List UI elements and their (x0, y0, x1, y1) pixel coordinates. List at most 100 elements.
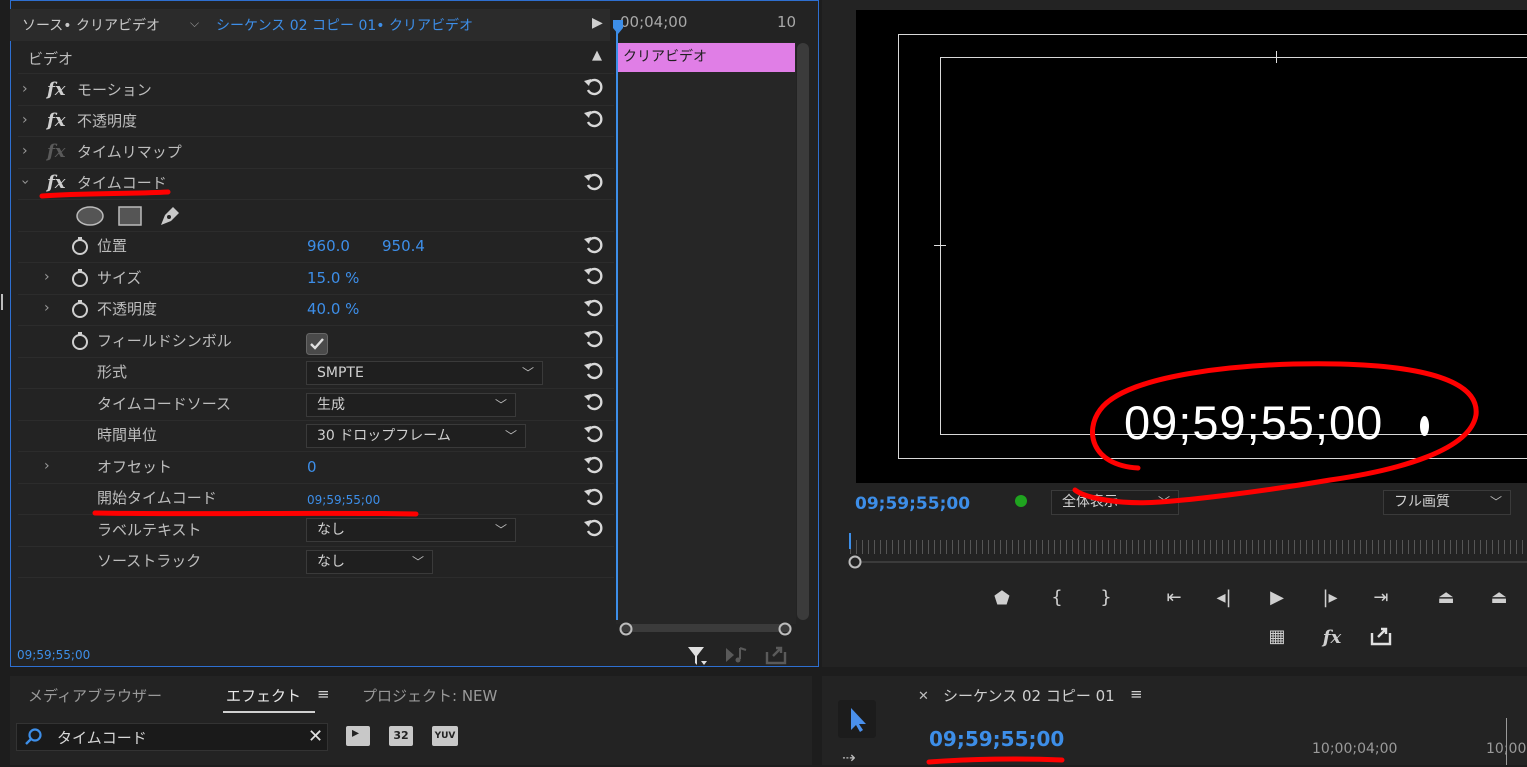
fx-disabled-icon[interactable]: fx (47, 141, 65, 162)
offset-value[interactable]: 0 (307, 452, 317, 483)
go-to-in-icon[interactable]: ⇤ (1160, 587, 1188, 608)
selection-tool-icon[interactable] (838, 700, 876, 738)
collapse-up-icon[interactable]: ▲ (592, 48, 602, 63)
reset-icon[interactable] (583, 297, 605, 319)
zoom-handle-icon[interactable] (848, 555, 862, 569)
monitor-playhead[interactable] (849, 533, 851, 549)
rect-mask-icon[interactable] (117, 205, 143, 227)
position-x-value[interactable]: 960.0 (307, 231, 350, 262)
expand-chevron-icon[interactable]: › (22, 81, 28, 97)
ellipse-mask-icon[interactable] (75, 205, 105, 227)
reset-icon[interactable] (583, 108, 605, 130)
accelerated-effects-icon[interactable]: ▸ (346, 725, 370, 746)
quality-dropdown[interactable]: フル画質 ﹀ (1383, 490, 1511, 515)
monitor-zoom-bar[interactable] (855, 561, 1527, 563)
format-dropdown[interactable]: SMPTE ﹀ (306, 361, 543, 385)
reset-icon[interactable] (583, 517, 605, 539)
reset-icon[interactable] (583, 454, 605, 476)
timeline-ruler-tick (1506, 718, 1507, 765)
expand-chevron-icon[interactable]: › (44, 458, 50, 474)
tab-project[interactable]: プロジェクト: NEW (362, 685, 497, 706)
fx-icon[interactable]: fx (47, 79, 65, 100)
timeline-title[interactable]: シーケンス 02 コピー 01 (943, 685, 1115, 706)
reset-icon[interactable] (583, 423, 605, 445)
step-forward-icon[interactable]: |▸ (1316, 587, 1344, 608)
vertical-scrollbar[interactable] (797, 43, 809, 620)
reset-icon[interactable] (583, 171, 605, 193)
effect-timecode[interactable]: タイムコード (77, 168, 167, 199)
panel-menu-icon[interactable]: ≡ (317, 685, 330, 703)
mark-in-icon[interactable]: { (1043, 587, 1071, 608)
playhead-marker-icon[interactable] (613, 20, 623, 34)
monitor-ruler[interactable] (850, 540, 1527, 554)
timeline-current-time[interactable]: 09;59;55;00 (929, 727, 1064, 751)
field-symbol-checkbox[interactable] (306, 333, 328, 355)
reset-icon[interactable] (583, 486, 605, 508)
reset-icon[interactable] (583, 265, 605, 287)
tc-source-dropdown[interactable]: 生成 ﹀ (306, 393, 516, 417)
source-track-dropdown[interactable]: なし ﹀ (306, 550, 433, 574)
effect-timeline[interactable] (616, 42, 796, 624)
tab-media-browser[interactable]: メディアブラウザー (28, 685, 162, 706)
close-icon[interactable]: ✕ (918, 689, 929, 704)
fx-icon[interactable]: fx (47, 172, 65, 193)
chevron-down-icon[interactable]: ⌵ (190, 16, 199, 31)
start-tc-value[interactable]: 09;59;55;00 (307, 485, 380, 516)
panel-menu-icon[interactable]: ≡ (1130, 685, 1143, 703)
stopwatch-icon[interactable] (71, 237, 89, 255)
audio-only-icon[interactable] (724, 645, 748, 665)
reset-icon[interactable] (583, 328, 605, 350)
filter-icon[interactable] (686, 645, 708, 667)
zoom-dropdown[interactable]: 全体表示 ﹀ (1051, 490, 1179, 515)
reset-icon[interactable] (583, 360, 605, 382)
time-unit-value: 30 ドロップフレーム (317, 428, 451, 444)
fx-icon[interactable]: fx (47, 110, 65, 131)
pen-mask-icon[interactable] (157, 203, 183, 229)
label-text-dropdown[interactable]: なし ﹀ (306, 518, 516, 542)
stopwatch-icon[interactable] (71, 269, 89, 287)
fx-icon[interactable]: fx (1318, 627, 1346, 648)
source-label[interactable]: ソース• クリアビデオ (22, 15, 160, 35)
playhead[interactable] (616, 20, 618, 620)
size-value[interactable]: 15.0 % (307, 263, 359, 294)
reset-icon[interactable] (583, 76, 605, 98)
expand-chevron-icon[interactable]: › (44, 300, 50, 316)
32bit-effects-icon[interactable]: 32 (389, 726, 413, 746)
stopwatch-icon[interactable] (71, 300, 89, 318)
chevron-down-icon: ﹀ (521, 366, 534, 380)
reset-icon[interactable] (583, 391, 605, 413)
play-icon[interactable]: ▶ (1263, 587, 1291, 608)
opacity-value[interactable]: 40.0 % (307, 294, 359, 325)
export-icon[interactable] (764, 644, 788, 666)
go-to-out-icon[interactable]: ⇥ (1367, 587, 1395, 608)
clear-search-icon[interactable]: ✕ (308, 726, 323, 747)
collapse-chevron-icon[interactable]: › (17, 179, 33, 185)
sequence-label[interactable]: シーケンス 02 コピー 01• クリアビデオ (216, 15, 473, 35)
stopwatch-icon[interactable] (71, 332, 89, 350)
position-y-value[interactable]: 950.4 (382, 231, 425, 262)
expand-chevron-icon[interactable]: › (22, 143, 28, 159)
scroll-handle-left-icon[interactable] (619, 622, 633, 636)
reset-icon[interactable] (583, 234, 605, 256)
clip-bar[interactable]: クリアビデオ (618, 43, 795, 72)
effect-motion[interactable]: モーション (77, 75, 152, 106)
expand-chevron-icon[interactable]: › (44, 269, 50, 285)
expand-chevron-icon[interactable]: › (22, 112, 28, 128)
step-back-icon[interactable]: ◂| (1210, 587, 1238, 608)
horizontal-scrollbar[interactable] (620, 624, 792, 632)
scroll-handle-right-icon[interactable] (778, 622, 792, 636)
film-icon[interactable]: ▦ (1263, 626, 1291, 647)
lift-icon[interactable]: ⏏ (1432, 587, 1460, 608)
effect-time-remap[interactable]: タイムリマップ (77, 137, 182, 168)
time-unit-dropdown[interactable]: 30 ドロップフレーム ﹀ (306, 424, 526, 448)
yuv-effects-icon[interactable]: YUV (432, 726, 458, 746)
export-frame-icon[interactable] (1369, 625, 1393, 647)
effect-opacity[interactable]: 不透明度 (77, 106, 137, 137)
add-marker-icon[interactable]: ⬟ (988, 588, 1016, 609)
track-select-icon[interactable]: ⇢ (842, 748, 855, 767)
monitor-current-time[interactable]: 09;59;55;00 (855, 494, 970, 514)
play-icon[interactable]: ▶ (592, 15, 603, 31)
extract-icon[interactable]: ⏏ (1485, 587, 1513, 608)
tab-effects[interactable]: エフェクト (226, 685, 301, 706)
mark-out-icon[interactable]: } (1092, 587, 1120, 608)
